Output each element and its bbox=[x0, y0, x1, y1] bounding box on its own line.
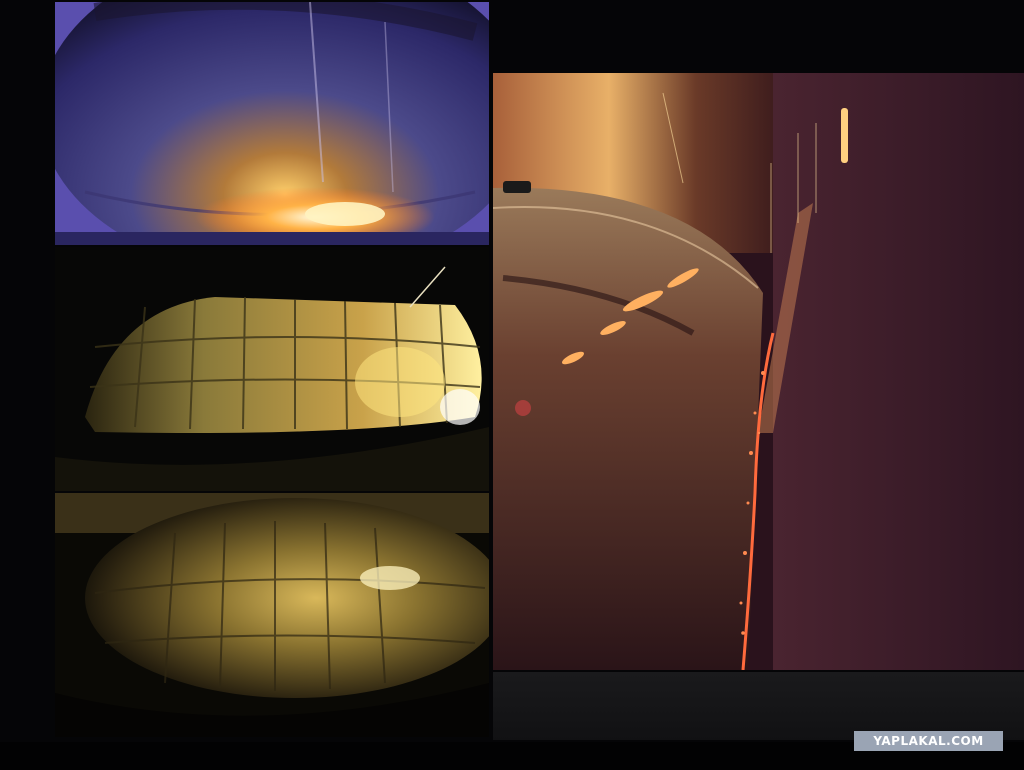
reflection-image bbox=[55, 493, 489, 737]
video-stage: YAPLAKAL.COM bbox=[0, 0, 1024, 770]
camera-feed-reflection bbox=[55, 493, 489, 737]
camera-feed-heat-shield bbox=[55, 247, 489, 491]
camera-feed-vehicle-body bbox=[493, 73, 1024, 670]
vehicle-body-image bbox=[493, 73, 1024, 670]
site-watermark: YAPLAKAL.COM bbox=[854, 731, 1003, 751]
video-letterbox-strip bbox=[493, 672, 1024, 740]
camera-feed-tank-dome bbox=[55, 2, 489, 245]
tank-dome-image bbox=[55, 2, 489, 245]
heat-shield-image bbox=[55, 247, 489, 491]
